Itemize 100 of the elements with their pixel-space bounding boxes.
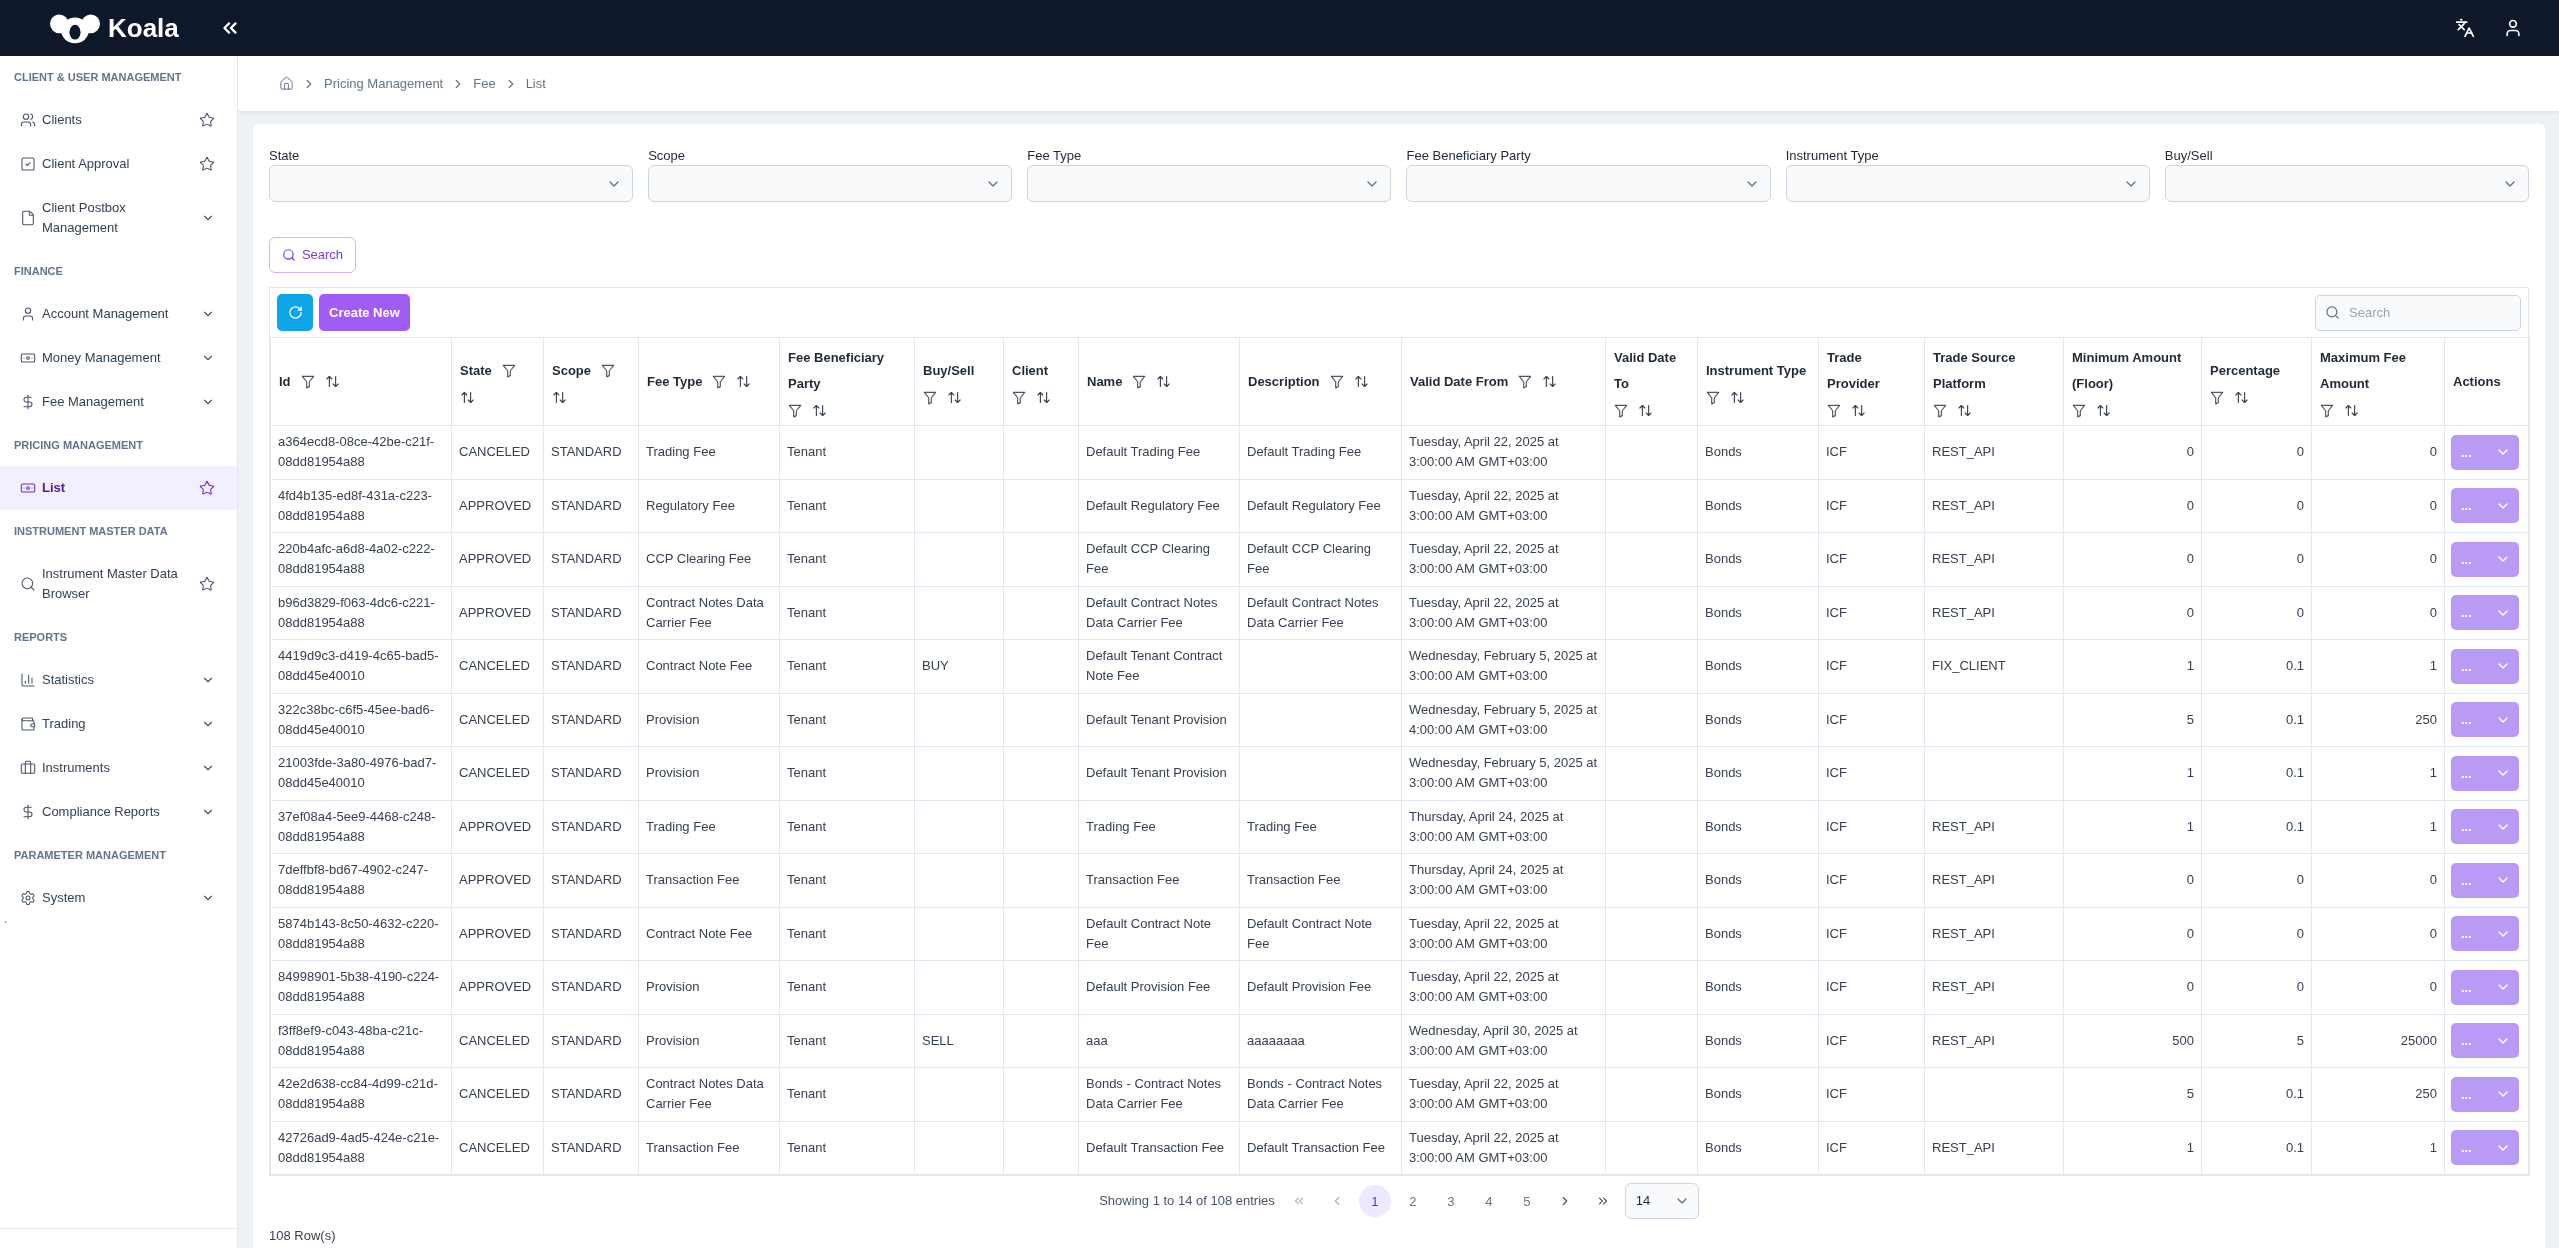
filter-icon[interactable] (712, 374, 727, 389)
sidebar-item[interactable]: Statistics (0, 658, 237, 702)
sort-icon[interactable] (324, 374, 340, 389)
fee-scope: STANDARD (543, 853, 639, 907)
user-icon[interactable] (2503, 18, 2523, 38)
filter-icon[interactable] (1706, 390, 1720, 405)
column-header: Id (279, 372, 291, 391)
instrument-type: Bonds (1697, 853, 1819, 907)
page-button[interactable]: 5 (1510, 1185, 1543, 1217)
filter-icon[interactable] (788, 403, 802, 418)
fee-id: 4419d9c3-d419-4c65-bad5-08dd45e40010 (270, 639, 452, 693)
filter-icon[interactable] (1012, 390, 1026, 405)
filter-icon[interactable] (2072, 403, 2086, 418)
create-new-button[interactable]: Create New (319, 294, 410, 331)
filter-icon[interactable] (300, 374, 315, 389)
page-button[interactable]: 4 (1472, 1185, 1505, 1217)
breadcrumb-link[interactable]: Fee (473, 74, 496, 93)
sort-icon[interactable] (1156, 374, 1172, 389)
page-button[interactable]: 2 (1396, 1185, 1429, 1217)
sort-icon[interactable] (947, 390, 962, 405)
maximum-fee-amount: 0 (2311, 853, 2445, 907)
breadcrumb-link[interactable]: List (525, 74, 546, 93)
filter-icon[interactable] (601, 364, 615, 378)
sort-icon[interactable] (2234, 390, 2249, 405)
sort-icon[interactable] (552, 390, 567, 405)
sort-icon[interactable] (736, 374, 752, 389)
banknote-icon (20, 350, 36, 366)
fee-percentage: 0 (2201, 960, 2312, 1014)
filter-icon[interactable] (1329, 374, 1344, 389)
sort-icon[interactable] (1851, 403, 1866, 418)
filter-icon[interactable] (1518, 374, 1533, 389)
sort-icon[interactable] (2344, 403, 2359, 418)
filter-icon[interactable] (1614, 403, 1628, 418)
column-header: Instrument Type (1706, 362, 1807, 380)
minimum-amount: 1 (2063, 1121, 2202, 1175)
fee-scope: STANDARD (543, 1121, 639, 1175)
search-icon (20, 576, 36, 592)
sidebar-item[interactable]: Compliance Reports (0, 790, 237, 834)
column-header: Trade Source Platform (1933, 349, 2017, 393)
fee-state: CANCELED (451, 746, 544, 800)
sort-icon[interactable] (460, 390, 475, 405)
sidebar-item[interactable]: Money Management (0, 336, 237, 380)
sidebar-item[interactable]: Client Approval (0, 142, 237, 186)
sidebar-item[interactable]: Trading (0, 702, 237, 746)
filter-icon[interactable] (1132, 374, 1147, 389)
fee-scope: STANDARD (543, 960, 639, 1014)
home-icon[interactable] (279, 76, 294, 91)
sort-icon[interactable] (1638, 403, 1653, 418)
fee-id: b96d3829-f063-4dc6-c221-08dd81954a88 (270, 586, 452, 640)
filter-icon[interactable] (2210, 390, 2224, 405)
search-icon (281, 248, 296, 262)
sidebar-item[interactable]: Instruments (0, 746, 237, 790)
beneficiary-party: Tenant (779, 746, 915, 800)
instrument-type: Bonds (1697, 1014, 1819, 1068)
fee-id: 7deffbf8-bd67-4902-c247-08dd81954a88 (270, 853, 452, 907)
sort-icon[interactable] (812, 403, 827, 418)
filter-icon[interactable] (501, 364, 516, 378)
fee-state: APPROVED (451, 800, 544, 854)
sort-icon[interactable] (1542, 374, 1558, 389)
sort-icon[interactable] (1036, 390, 1051, 405)
sidebar-item[interactable]: Fee Management (0, 380, 237, 424)
sidebar-item[interactable]: System (0, 876, 237, 920)
breadcrumb-link[interactable]: Pricing Management (324, 74, 444, 93)
fee-percentage: 0 (2201, 907, 2312, 961)
fee-id: 42e2d638-cc84-4d99-c21d-08dd81954a88 (270, 1067, 452, 1121)
sort-icon[interactable] (1353, 374, 1369, 389)
sort-icon[interactable] (1730, 390, 1745, 405)
minimum-amount: 500 (2063, 1014, 2202, 1068)
star-icon[interactable] (199, 156, 215, 172)
table-search-field[interactable]: Search (2315, 294, 2521, 331)
star-icon[interactable] (199, 480, 215, 496)
fee-type: Trading Fee (638, 800, 780, 854)
beneficiary-party: Tenant (779, 1014, 915, 1068)
fee-id: 322c38bc-c6f5-45ee-bad6-08dd45e40010 (270, 693, 452, 747)
fee-description: Default Contract Note Fee (1239, 907, 1402, 961)
fee-percentage: 0 (2201, 425, 2312, 479)
filter-icon[interactable] (923, 390, 937, 405)
star-icon[interactable] (199, 576, 215, 592)
page-button[interactable]: 1 (1358, 1185, 1391, 1217)
filter-icon[interactable] (2320, 403, 2334, 418)
sidebar-item[interactable]: List (0, 466, 237, 510)
star-icon[interactable] (199, 112, 215, 128)
sidebar-item[interactable]: Client Postbox Management (0, 186, 237, 250)
sort-icon[interactable] (2096, 403, 2111, 418)
sidebar-item[interactable]: Clients (0, 98, 237, 142)
page-button[interactable]: 3 (1434, 1185, 1467, 1217)
filter-icon[interactable] (1933, 403, 1947, 418)
fee-id: 42726ad9-4ad5-424e-c21e-08dd81954a88 (270, 1121, 452, 1175)
sort-icon[interactable] (1957, 403, 1972, 418)
page-size-select[interactable]: 14 (1624, 1183, 1699, 1219)
beneficiary-party: Tenant (779, 425, 915, 479)
valid-from-date: Wednesday, February 5, 2025 at 3:00:00 AM GMT+03:00 (1401, 639, 1606, 693)
maximum-fee-amount: 250 (2311, 693, 2445, 747)
sidebar-item[interactable]: Account Management (0, 292, 237, 336)
sidebar-item[interactable]: Instrument Master Data Browser (0, 552, 237, 616)
trade-provider: ICF (1818, 425, 1925, 479)
fee-id: 21003fde-3a80-4976-bad7-08dd45e40010 (270, 746, 452, 800)
filter-icon[interactable] (1827, 403, 1841, 418)
translate-icon[interactable] (2455, 18, 2475, 38)
search-button[interactable]: Search (269, 237, 356, 273)
